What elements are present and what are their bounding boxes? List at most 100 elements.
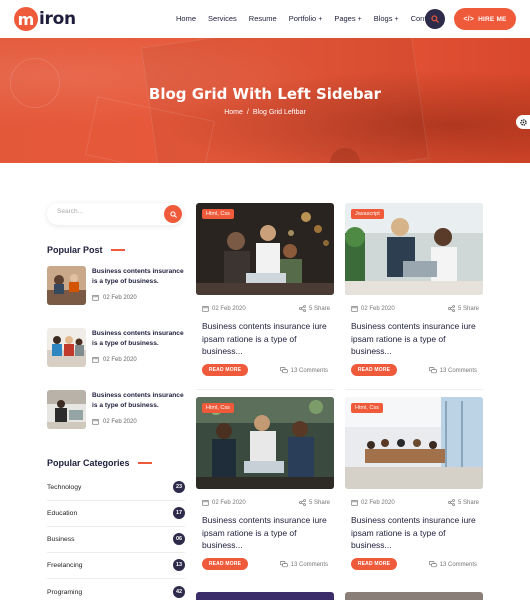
category-label: Freelancing [47,562,83,569]
share-icon [448,499,455,506]
search-submit-button[interactable] [164,205,182,223]
nav-item-blogs[interactable]: Blogs + [374,14,399,23]
blog-card-comments[interactable]: 13 Comments [428,561,477,568]
nav-label: Pages [334,14,356,23]
popular-categories-heading: Popular Categories [47,458,152,468]
nav-item-resume[interactable]: Resume [249,14,277,23]
gear-icon [519,118,527,126]
blog-card-image[interactable]: Html, Css [345,397,483,489]
popular-post-heading: Popular Post [47,245,125,255]
post-title[interactable]: Business contents insurance is a type of… [92,329,187,349]
calendar-icon [351,306,358,312]
category-tag[interactable]: Html, Css [351,403,383,413]
read-more-button[interactable]: READ MORE [351,558,397,570]
comments-icon [279,561,288,568]
divider [47,578,185,579]
page-hero: Blog Grid With Left Sidebar Home / Blog Gr… [0,38,530,163]
calendar-icon [351,500,358,506]
heading-text: Popular Post [47,245,103,255]
blog-card-date: 02 Feb 2020 [202,305,246,312]
blog-card-date: 02 Feb 2020 [351,499,395,506]
blog-card-share[interactable]: 5 Share [448,499,479,506]
header-search-button[interactable] [425,9,445,29]
comments-text: 13 Comments [439,561,477,568]
category-item-freelancing[interactable]: Freelancing 13 [47,559,185,573]
sidebar-search [47,203,183,225]
blog-card-image[interactable]: Html, Css [196,397,334,489]
nav-item-pages[interactable]: Pages + [334,14,361,23]
nav-label: Portfolio [288,14,317,23]
divider [345,389,483,390]
popular-post-item[interactable]: Business contents insurance is a type of… [47,328,187,368]
category-item-technology[interactable]: Technology 23 [47,481,185,495]
plus-icon: + [318,16,323,23]
divider [47,552,185,553]
category-tag[interactable]: Javascript [351,209,384,219]
blog-card-image[interactable]: Javascript [345,203,483,295]
popular-post-item[interactable]: Business contents insurance is a type of… [47,390,187,430]
category-tag[interactable]: Html, Css [202,209,234,219]
category-tag[interactable]: Html, Css [202,403,234,413]
site-header: m iron Home Services Resume Portfolio + P… [0,0,530,38]
post-thumbnail [47,390,86,429]
blog-card-share[interactable]: 5 Share [299,499,330,506]
search-icon [169,210,177,218]
read-more-button[interactable]: READ MORE [202,558,248,570]
post-date-text: 02 Feb 2020 [103,356,137,363]
share-text: 5 Share [308,499,330,506]
share-icon [448,305,455,312]
date-text: 02 Feb 2020 [212,499,246,506]
blog-card-image[interactable]: Html, Css [196,203,334,295]
post-thumbnail [47,328,86,367]
nav-item-home[interactable]: Home [176,14,196,23]
breadcrumb: Home / Blog Grid Leftbar [0,109,530,116]
breadcrumb-home[interactable]: Home [224,109,243,116]
read-more-button[interactable]: READ MORE [202,364,248,376]
blog-card-comments[interactable]: 13 Comments [428,367,477,374]
blog-card-image-partial[interactable] [196,592,334,600]
logo[interactable]: m iron [14,7,76,31]
blog-card-comments[interactable]: 13 Comments [279,367,328,374]
plus-icon: + [394,16,399,23]
comments-icon [428,367,437,374]
category-item-education[interactable]: Education 17 [47,507,185,521]
post-title[interactable]: Business contents insurance is a type of… [92,267,187,287]
comments-icon [428,561,437,568]
category-item-business[interactable]: Business 06 [47,533,185,547]
nav-label: Resume [248,14,277,23]
blog-card-share[interactable]: 5 Share [448,305,479,312]
nav-item-portfolio[interactable]: Portfolio + [289,14,323,23]
category-count-badge: 17 [173,507,185,519]
nav-item-services[interactable]: Services [208,14,237,23]
blog-card-title[interactable]: Business contents insurance iure ipsam r… [351,514,481,552]
popular-post-item[interactable]: Business contents insurance is a type of… [47,266,187,306]
nav-label: Home [176,14,197,23]
search-input[interactable] [57,208,157,215]
nav-label: Blogs [373,14,393,23]
hire-me-button[interactable]: </> HIRE ME [454,8,516,30]
blog-card-title[interactable]: Business contents insurance iure ipsam r… [202,320,332,358]
post-date: 02 Feb 2020 [92,356,137,363]
breadcrumb-current: Blog Grid Leftbar [252,109,306,116]
blog-card: Html, Css 02 Feb 2020 5 Share Business c… [196,203,334,386]
blog-card-share[interactable]: 5 Share [299,305,330,312]
comments-text: 13 Comments [290,561,328,568]
blog-card-date: 02 Feb 2020 [202,499,246,506]
divider [47,500,185,501]
date-text: 02 Feb 2020 [361,305,395,312]
blog-card-comments[interactable]: 13 Comments [279,561,328,568]
read-more-button[interactable]: READ MORE [351,364,397,376]
settings-toggle[interactable] [516,115,530,129]
blog-card-title[interactable]: Business contents insurance iure ipsam r… [202,514,332,552]
main-nav: Home Services Resume Portfolio + Pages + B… [176,14,448,23]
category-label: Technology [47,484,82,491]
share-icon [299,305,306,312]
post-date-text: 02 Feb 2020 [103,294,137,301]
category-item-programing[interactable]: Programing 42 [47,586,185,600]
blog-card-image-partial[interactable] [345,592,483,600]
blog-card-title[interactable]: Business contents insurance iure ipsam r… [351,320,481,358]
blog-card: Javascript 02 Feb 2020 5 Share Business … [345,203,483,386]
post-title[interactable]: Business contents insurance is a type of… [92,391,187,411]
share-text: 5 Share [457,305,479,312]
code-icon: </> [463,15,475,23]
